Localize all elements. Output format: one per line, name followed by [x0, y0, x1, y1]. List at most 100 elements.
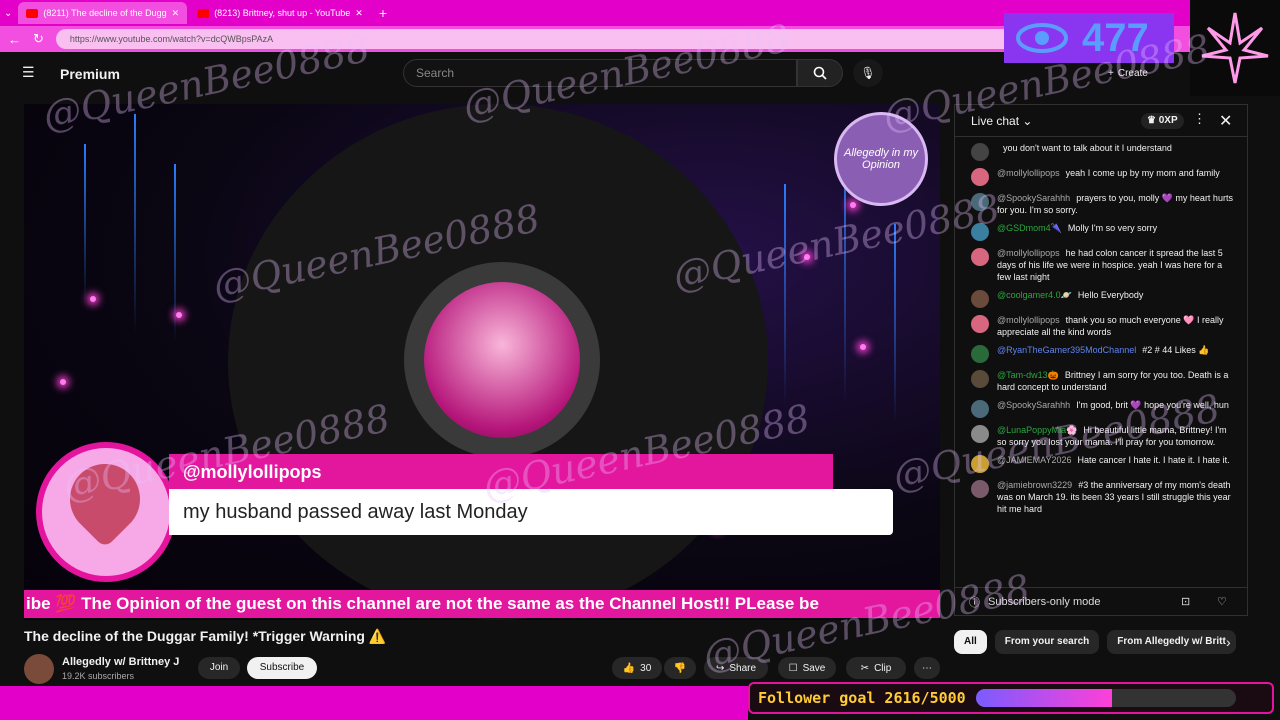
chat-author[interactable]: @SpookySarahhh — [997, 400, 1070, 410]
save-button[interactable]: ☐ Save — [778, 657, 836, 679]
more-icon: ⋯ — [922, 662, 932, 674]
chat-message[interactable]: you don't want to talk about it I unders… — [955, 139, 1247, 164]
chat-avatar[interactable] — [971, 290, 989, 308]
chat-avatar[interactable] — [971, 223, 989, 241]
tab-other[interactable]: (8213) Brittney, shut up - YouTube ✕ — [189, 2, 371, 24]
menu-icon[interactable]: ☰ — [22, 64, 35, 81]
mic-icon: 🎙 — [860, 66, 876, 80]
chat-avatar[interactable] — [971, 248, 989, 266]
video-player[interactable]: Allegedly in my Opinion @mollylollipops … — [24, 104, 940, 620]
url-field[interactable]: https://www.youtube.com/watch?v=dcQWBpsP… — [55, 29, 1036, 49]
channel-avatar[interactable] — [24, 654, 54, 684]
host-avatar — [404, 262, 600, 458]
close-chat-icon[interactable]: ✕ — [1219, 111, 1232, 131]
clip-button[interactable]: ✂ Clip — [846, 657, 906, 679]
dislike-button[interactable]: 👎 — [664, 657, 696, 679]
chat-avatar[interactable] — [971, 370, 989, 388]
particle — [60, 379, 66, 385]
chat-avatar[interactable] — [971, 315, 989, 333]
chat-messages[interactable]: you don't want to talk about it I unders… — [955, 139, 1247, 575]
chat-message[interactable]: @jamiebrown3229 #3 the anniversary of my … — [955, 476, 1247, 518]
more-actions-button[interactable]: ⋯ — [914, 657, 940, 679]
search-input[interactable]: Search — [403, 59, 797, 87]
chat-message[interactable]: @mollylollipops yeah I come up by my mom … — [955, 164, 1247, 189]
share-icon: ↪ — [715, 662, 725, 674]
chat-message[interactable]: @SpookySarahhh I'm good, brit 💜 hope you'… — [955, 396, 1247, 421]
chat-mode-dropdown[interactable]: Live chat ⌄ — [971, 114, 1032, 128]
chat-author[interactable]: @mollylollipops — [997, 168, 1060, 178]
particle — [850, 202, 856, 208]
chat-author[interactable]: @GSDmom4🌂 — [997, 223, 1062, 233]
chevron-right-icon[interactable]: › — [1226, 634, 1231, 650]
share-button[interactable]: ↪ Share — [704, 657, 768, 679]
viewer-count-overlay: 477 — [1004, 13, 1174, 63]
tab-list-icon[interactable]: ⌄ — [4, 8, 12, 19]
chat-author[interactable]: @Tam-dw13🎃 — [997, 370, 1059, 380]
chat-avatar[interactable] — [971, 480, 989, 498]
chat-message[interactable]: @Tam-dw13🎃 Brittney I am sorry for you to… — [955, 366, 1247, 396]
xp-badge[interactable]: ♛ 0XP — [1141, 113, 1184, 129]
chat-avatar[interactable] — [971, 168, 989, 186]
close-icon[interactable]: ✕ — [172, 8, 180, 19]
chat-message-body: @mollylollipops yeah I come up by my mom … — [997, 167, 1220, 186]
clip-icon: ✂ — [860, 662, 870, 674]
youtube-icon — [197, 8, 210, 18]
tab-video[interactable]: (8211) The decline of the Dugg ✕ — [18, 2, 188, 24]
chat-avatar[interactable] — [971, 193, 989, 211]
close-icon[interactable]: ✕ — [355, 8, 363, 19]
scrolling-ticker: ibe 💯 The Opinion of the guest on this c… — [24, 590, 940, 618]
chat-avatar[interactable] — [971, 400, 989, 418]
create-button[interactable]: + Create — [1108, 62, 1168, 84]
save-icon: ☐ — [788, 662, 798, 674]
chat-message[interactable]: @JAMIEMAY2026 Hate cancer I hate it. I ha… — [955, 451, 1247, 476]
filter-chip[interactable]: From Allegedly w/ Britt — [1107, 630, 1236, 654]
subscribe-button[interactable]: Subscribe — [247, 657, 317, 679]
chat-avatar[interactable] — [971, 455, 989, 473]
chat-avatar[interactable] — [971, 143, 989, 161]
chat-author[interactable]: @coolgamer4.0🪐 — [997, 290, 1072, 300]
search-icon — [813, 66, 827, 80]
chat-text: #2 # 44 Likes 👍 — [1142, 345, 1210, 355]
filter-chip[interactable]: All — [954, 630, 987, 654]
join-button[interactable]: Join — [198, 657, 240, 679]
back-icon[interactable]: ← — [8, 32, 21, 47]
new-tab-icon[interactable]: + — [379, 5, 387, 21]
chat-author[interactable]: @jamiebrown3229 — [997, 480, 1072, 490]
search-button[interactable] — [797, 59, 843, 87]
chat-author[interactable]: @mollylollipops — [997, 315, 1060, 325]
filter-chip[interactable]: From your search — [994, 630, 1100, 654]
viewer-count: 477 — [1082, 15, 1149, 60]
chat-options-icon[interactable]: ⋮ — [1193, 111, 1206, 127]
chat-message[interactable]: @SpookySarahhh prayers to you, molly 💜 my… — [955, 189, 1247, 219]
clip-label: Clip — [874, 662, 892, 674]
gift-icon[interactable]: ⊡ — [1181, 595, 1190, 608]
channel-name[interactable]: Allegedly w/ Brittney J — [62, 656, 179, 668]
chat-title: Live chat — [971, 113, 1020, 128]
chat-author[interactable]: @mollylollipops — [997, 248, 1060, 258]
chat-author[interactable]: @RyanTheGamer395ModChannel — [997, 345, 1136, 355]
chat-author[interactable]: @JAMIEMAY2026 — [997, 455, 1072, 465]
chat-avatar[interactable] — [971, 345, 989, 363]
chat-author[interactable]: @SpookySarahhh — [997, 193, 1070, 203]
save-label: Save — [802, 662, 826, 674]
heart-icon[interactable]: ♡ — [1217, 595, 1227, 608]
follower-goal-track — [975, 689, 1236, 707]
chat-message[interactable]: @mollylollipops thank you so much everyon… — [955, 311, 1247, 341]
create-label: Create — [1117, 67, 1148, 79]
chat-message-body: @Tam-dw13🎃 Brittney I am sorry for you to… — [997, 369, 1237, 393]
chat-header: Live chat ⌄ ♛ 0XP ⋮ ✕ — [955, 105, 1247, 137]
chat-message[interactable]: @coolgamer4.0🪐 Hello Everybody — [955, 286, 1247, 311]
chat-message[interactable]: @GSDmom4🌂 Molly I'm so very sorry — [955, 219, 1247, 244]
chat-message[interactable]: @mollylollipops he had colon cancer it sp… — [955, 244, 1247, 286]
mic-button[interactable]: 🎙 — [853, 59, 883, 87]
chat-message[interactable]: @RyanTheGamer395ModChannel #2 # 44 Likes … — [955, 341, 1247, 366]
like-button[interactable]: 👍 30 — [612, 657, 662, 679]
follower-goal-text: Follower goal 2616/5000 — [758, 689, 966, 707]
chat-author[interactable]: @LunaPoppyMia🌸 — [997, 425, 1077, 435]
live-chat-panel: Live chat ⌄ ♛ 0XP ⋮ ✕ you don't want to … — [954, 104, 1248, 616]
info-icon[interactable]: ⓘ — [969, 594, 980, 610]
youtube-logo[interactable]: Premium — [60, 66, 120, 82]
chat-message[interactable]: @LunaPoppyMia🌸 Hi beautiful little mama, … — [955, 421, 1247, 451]
reload-icon[interactable]: ↻ — [33, 31, 44, 47]
chat-avatar[interactable] — [971, 425, 989, 443]
